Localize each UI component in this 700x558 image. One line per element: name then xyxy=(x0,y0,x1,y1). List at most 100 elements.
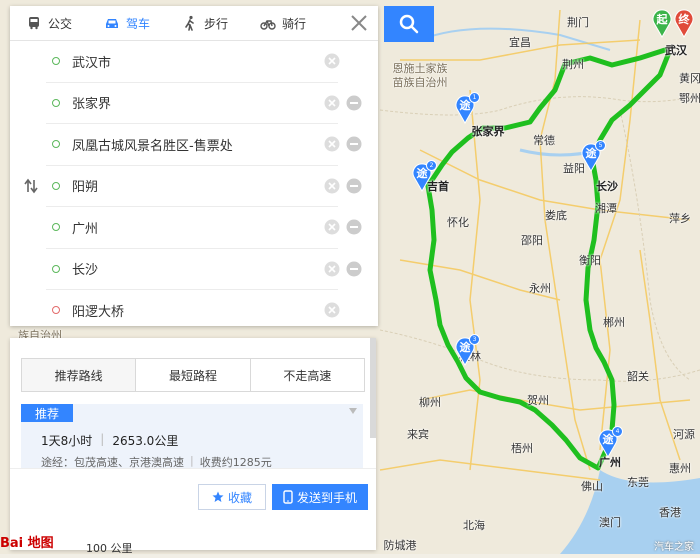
scrollbar[interactable] xyxy=(370,338,376,438)
end-marker-label: 终 xyxy=(678,13,690,26)
waypoint-text: 长沙 xyxy=(72,263,99,279)
end-dot-icon xyxy=(52,306,60,315)
waypoint-text: 张家界 xyxy=(72,97,112,113)
remove-waypoint-icon[interactable] xyxy=(346,95,362,111)
map-label: 来宾 xyxy=(407,428,429,441)
waypoint-start[interactable]: 武汉市 xyxy=(46,41,340,83)
map-label: 湘潭 xyxy=(595,202,617,215)
map-label: 黄冈 xyxy=(679,72,700,85)
tab-walk[interactable]: 步行 xyxy=(166,6,244,40)
via-marker-number: 2 xyxy=(426,160,437,171)
via-marker-5[interactable]: 途 5 xyxy=(580,140,606,173)
search-icon xyxy=(399,14,419,34)
tab-avoid-highway[interactable]: 不走高速 xyxy=(251,359,364,391)
clear-icon[interactable] xyxy=(324,261,340,277)
tab-bicycle[interactable]: 骑行 xyxy=(244,6,322,40)
map-label: 荆门 xyxy=(567,16,589,29)
via-dot-icon xyxy=(52,98,60,107)
transport-mode-tabs: 公交 驾车 步行 骑行 xyxy=(10,6,378,41)
send-to-phone-label: 发送到手机 xyxy=(296,490,357,505)
remove-waypoint-icon[interactable] xyxy=(346,219,362,235)
waypoint-text: 阳朔 xyxy=(72,180,99,196)
via-marker-3[interactable]: 途 3 xyxy=(454,334,480,367)
tab-walk-label: 步行 xyxy=(204,16,229,31)
map-label: 贺州 xyxy=(527,394,549,407)
car-icon xyxy=(106,19,119,28)
search-button[interactable] xyxy=(384,6,434,42)
route-result-panel: 推荐路线 最短路程 不走高速 推荐 1天8小时 | 2653.0公里 途经：包茂… xyxy=(10,338,376,550)
waypoint-list: 武汉市 张家界 凤凰古城风景名胜区-售票处 阳朔 广州 长沙 阳逻大桥 xyxy=(10,41,378,331)
watermark: 汽车之家 xyxy=(654,542,694,553)
clear-icon[interactable] xyxy=(324,219,340,235)
via-marker-number: 3 xyxy=(469,334,480,345)
baidu-map-logo: Bai 地图 xyxy=(0,532,54,551)
clear-icon[interactable] xyxy=(324,136,340,152)
map-label: 东莞 xyxy=(627,476,649,489)
waypoint-via[interactable]: 凤凰古城风景名胜区-售票处 xyxy=(46,124,362,166)
clear-icon[interactable] xyxy=(324,178,340,194)
map-label: 邵阳 xyxy=(521,234,543,247)
map-label: 防城港 xyxy=(383,539,417,552)
waypoint-via[interactable]: 广州 xyxy=(46,207,362,249)
scale-label: 100 公里 xyxy=(86,542,133,555)
map-label: 萍乡 xyxy=(669,212,691,225)
map-label: 梧州 xyxy=(511,442,533,455)
tab-bus[interactable]: 公交 xyxy=(10,6,88,40)
route-duration: 1天8小时 xyxy=(41,434,93,448)
via-marker-number: 5 xyxy=(595,140,606,151)
tab-bus-label: 公交 xyxy=(48,16,73,31)
route-option-tabs: 推荐路线 最短路程 不走高速 xyxy=(21,358,365,392)
route-card[interactable]: 推荐 1天8小时 | 2653.0公里 途经：包茂高速、京港澳高速 | 收费约1… xyxy=(21,404,363,469)
map-label: 柳州 xyxy=(419,396,441,409)
waypoint-via[interactable]: 长沙 xyxy=(46,249,362,290)
via-marker-4[interactable]: 途 4 xyxy=(597,426,623,459)
separator: | xyxy=(100,432,105,446)
remove-waypoint-icon[interactable] xyxy=(346,261,362,277)
waypoint-via[interactable]: 张家界 xyxy=(46,83,362,124)
waypoint-text: 凤凰古城风景名胜区-售票处 xyxy=(72,138,233,154)
map-label: 香港 xyxy=(659,506,681,519)
tab-bicycle-label: 骑行 xyxy=(282,16,307,31)
map-label: 永州 xyxy=(529,282,551,295)
waypoint-text: 广州 xyxy=(72,221,99,237)
chevron-down-icon[interactable] xyxy=(349,408,357,414)
via-marker-1[interactable]: 途 1 xyxy=(454,92,480,125)
via-marker-number: 1 xyxy=(469,92,480,103)
start-marker-label: 起 xyxy=(656,13,668,26)
map-label: 娄底 xyxy=(545,209,567,222)
bus-icon xyxy=(29,17,39,30)
route-summary: 1天8小时 | 2653.0公里 xyxy=(41,432,178,449)
waypoint-end[interactable]: 阳逻大桥 xyxy=(46,290,340,331)
via-marker-2[interactable]: 途 2 xyxy=(411,160,437,193)
waypoint-via[interactable]: 阳朔 xyxy=(46,166,362,207)
tab-shortest-distance[interactable]: 最短路程 xyxy=(136,359,251,391)
clear-icon[interactable] xyxy=(324,302,340,318)
map-label: 常德 xyxy=(533,134,555,147)
map-label: 鄂州 xyxy=(679,92,700,105)
phone-icon xyxy=(283,490,293,504)
start-marker[interactable]: 起 xyxy=(651,8,673,39)
end-marker[interactable]: 终 xyxy=(673,8,695,39)
via-marker-number: 4 xyxy=(612,426,623,437)
via-dot-icon xyxy=(52,223,60,232)
map-label: 张家界 xyxy=(471,125,505,138)
remove-waypoint-icon[interactable] xyxy=(346,178,362,194)
map-label: 郴州 xyxy=(603,316,625,329)
tab-recommended-route[interactable]: 推荐路线 xyxy=(22,359,137,391)
close-icon[interactable] xyxy=(348,12,370,34)
favorite-button[interactable]: 收藏 xyxy=(198,484,266,510)
waypoint-text: 武汉市 xyxy=(72,55,112,71)
map-label: 衡阳 xyxy=(579,254,601,267)
map-label: 长沙 xyxy=(596,180,618,193)
map-label: 武汉 xyxy=(665,44,687,57)
clear-icon[interactable] xyxy=(324,95,340,111)
via-dot-icon xyxy=(52,181,60,190)
clear-icon[interactable] xyxy=(324,53,340,69)
send-to-phone-button[interactable]: 发送到手机 xyxy=(272,484,368,510)
map-label: 北海 xyxy=(463,519,485,532)
favorite-label: 收藏 xyxy=(227,490,252,505)
remove-waypoint-icon[interactable] xyxy=(346,136,362,152)
via-dot-icon xyxy=(52,140,60,149)
tab-car[interactable]: 驾车 xyxy=(88,6,166,40)
walk-icon xyxy=(185,15,194,31)
